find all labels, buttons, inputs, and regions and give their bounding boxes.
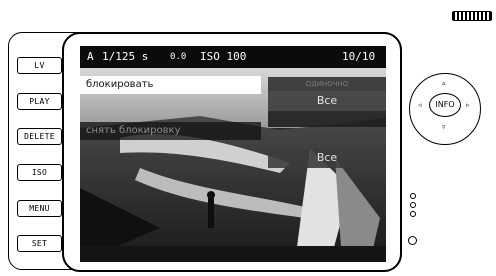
shutter-speed: 1/125 s [102,50,149,63]
delete-button[interactable]: DELETE [17,128,62,145]
status-led [408,236,417,245]
indicator-dot [410,202,416,208]
menu-panel-header: ОДИНОЧНО [268,77,386,91]
status-bar: A 1/125 s 0.0 ISO 100 10/10 [80,46,386,68]
menu-panel-separator [268,111,386,127]
arrow-right-icon[interactable]: ▹ [466,101,470,109]
indicator-dot [410,211,416,217]
set-button[interactable]: SET [17,235,62,252]
arrow-down-icon[interactable]: ▿ [442,123,446,131]
info-button[interactable]: INFO [429,93,461,117]
indicator-dot [410,193,416,199]
exposure-compensation: 0.0 [170,52,187,62]
menu-value-all-lock[interactable]: Все [268,91,386,111]
menu-item-unlock[interactable]: снять блокировку [80,122,261,140]
exposure-mode: A [87,50,94,63]
lcd-screen: A 1/125 s 0.0 ISO 100 10/10 блокировать … [80,46,386,262]
lv-button[interactable]: LV [17,57,62,74]
arrow-up-icon[interactable]: ▵ [442,79,446,87]
play-button[interactable]: PLAY [17,93,62,110]
menu-item-lock[interactable]: блокировать [80,76,261,94]
menu-button[interactable]: MENU [17,200,62,217]
menu-value-all-unlock[interactable]: Все [268,148,386,168]
frame-counter: 10/10 [342,50,376,63]
iso-button[interactable]: ISO [17,164,62,181]
grip-texture [452,11,492,21]
iso-value: ISO 100 [200,50,247,63]
arrow-left-icon[interactable]: ◃ [418,101,422,109]
